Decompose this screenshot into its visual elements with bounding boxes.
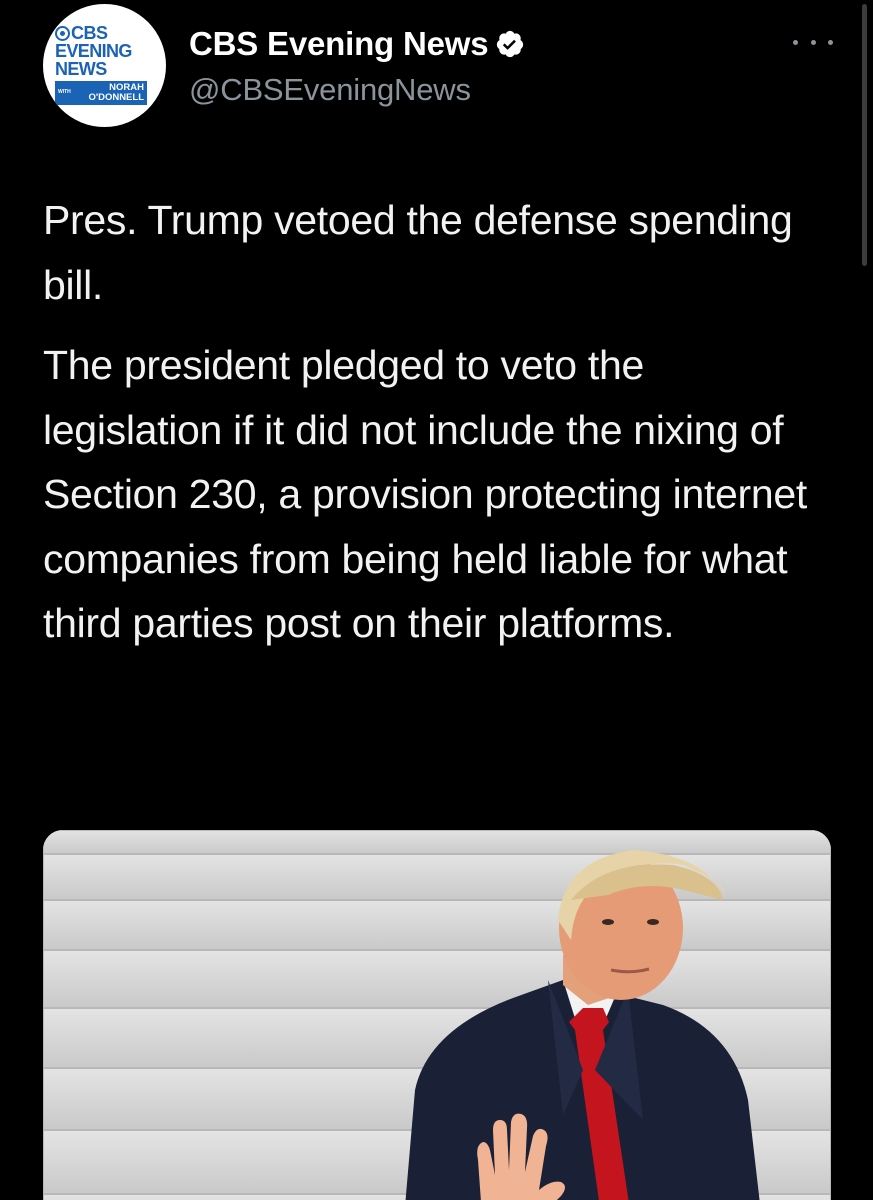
cbs-evening-news-logo: CBS EVENING NEWS WITH NORAH O'DONNELL [55, 24, 158, 105]
display-name[interactable]: CBS Evening News [189, 25, 489, 63]
photo-illustration [43, 830, 831, 1200]
logo-line1: CBS [71, 23, 108, 43]
logo-line3: NEWS [55, 59, 107, 79]
logo-anchor-bar: WITH NORAH O'DONNELL [55, 81, 147, 105]
tweet-header: CBS EVENING NEWS WITH NORAH O'DONNELL CB… [43, 4, 833, 129]
logo-line2: EVENING [55, 41, 132, 61]
cbs-eye-icon [55, 25, 70, 41]
tweet-photo[interactable] [43, 830, 831, 1200]
verified-badge-icon [495, 29, 525, 59]
scrollbar-thumb[interactable] [862, 4, 867, 266]
tweet-paragraph-2: The president pledged to veto the legisl… [43, 342, 807, 646]
author-info[interactable]: CBS Evening News @CBSEveningNews [189, 22, 525, 108]
tweet-paragraph-1: Pres. Trump vetoed the defense spending … [43, 197, 793, 308]
avatar[interactable]: CBS EVENING NEWS WITH NORAH O'DONNELL [43, 4, 166, 127]
tweet-text: Pres. Trump vetoed the defense spending … [43, 188, 833, 656]
logo-with: WITH [58, 89, 71, 96]
author-handle[interactable]: @CBSEveningNews [189, 72, 525, 108]
more-options-icon[interactable] [793, 32, 833, 52]
logo-name2: O'DONNELL [88, 91, 144, 103]
